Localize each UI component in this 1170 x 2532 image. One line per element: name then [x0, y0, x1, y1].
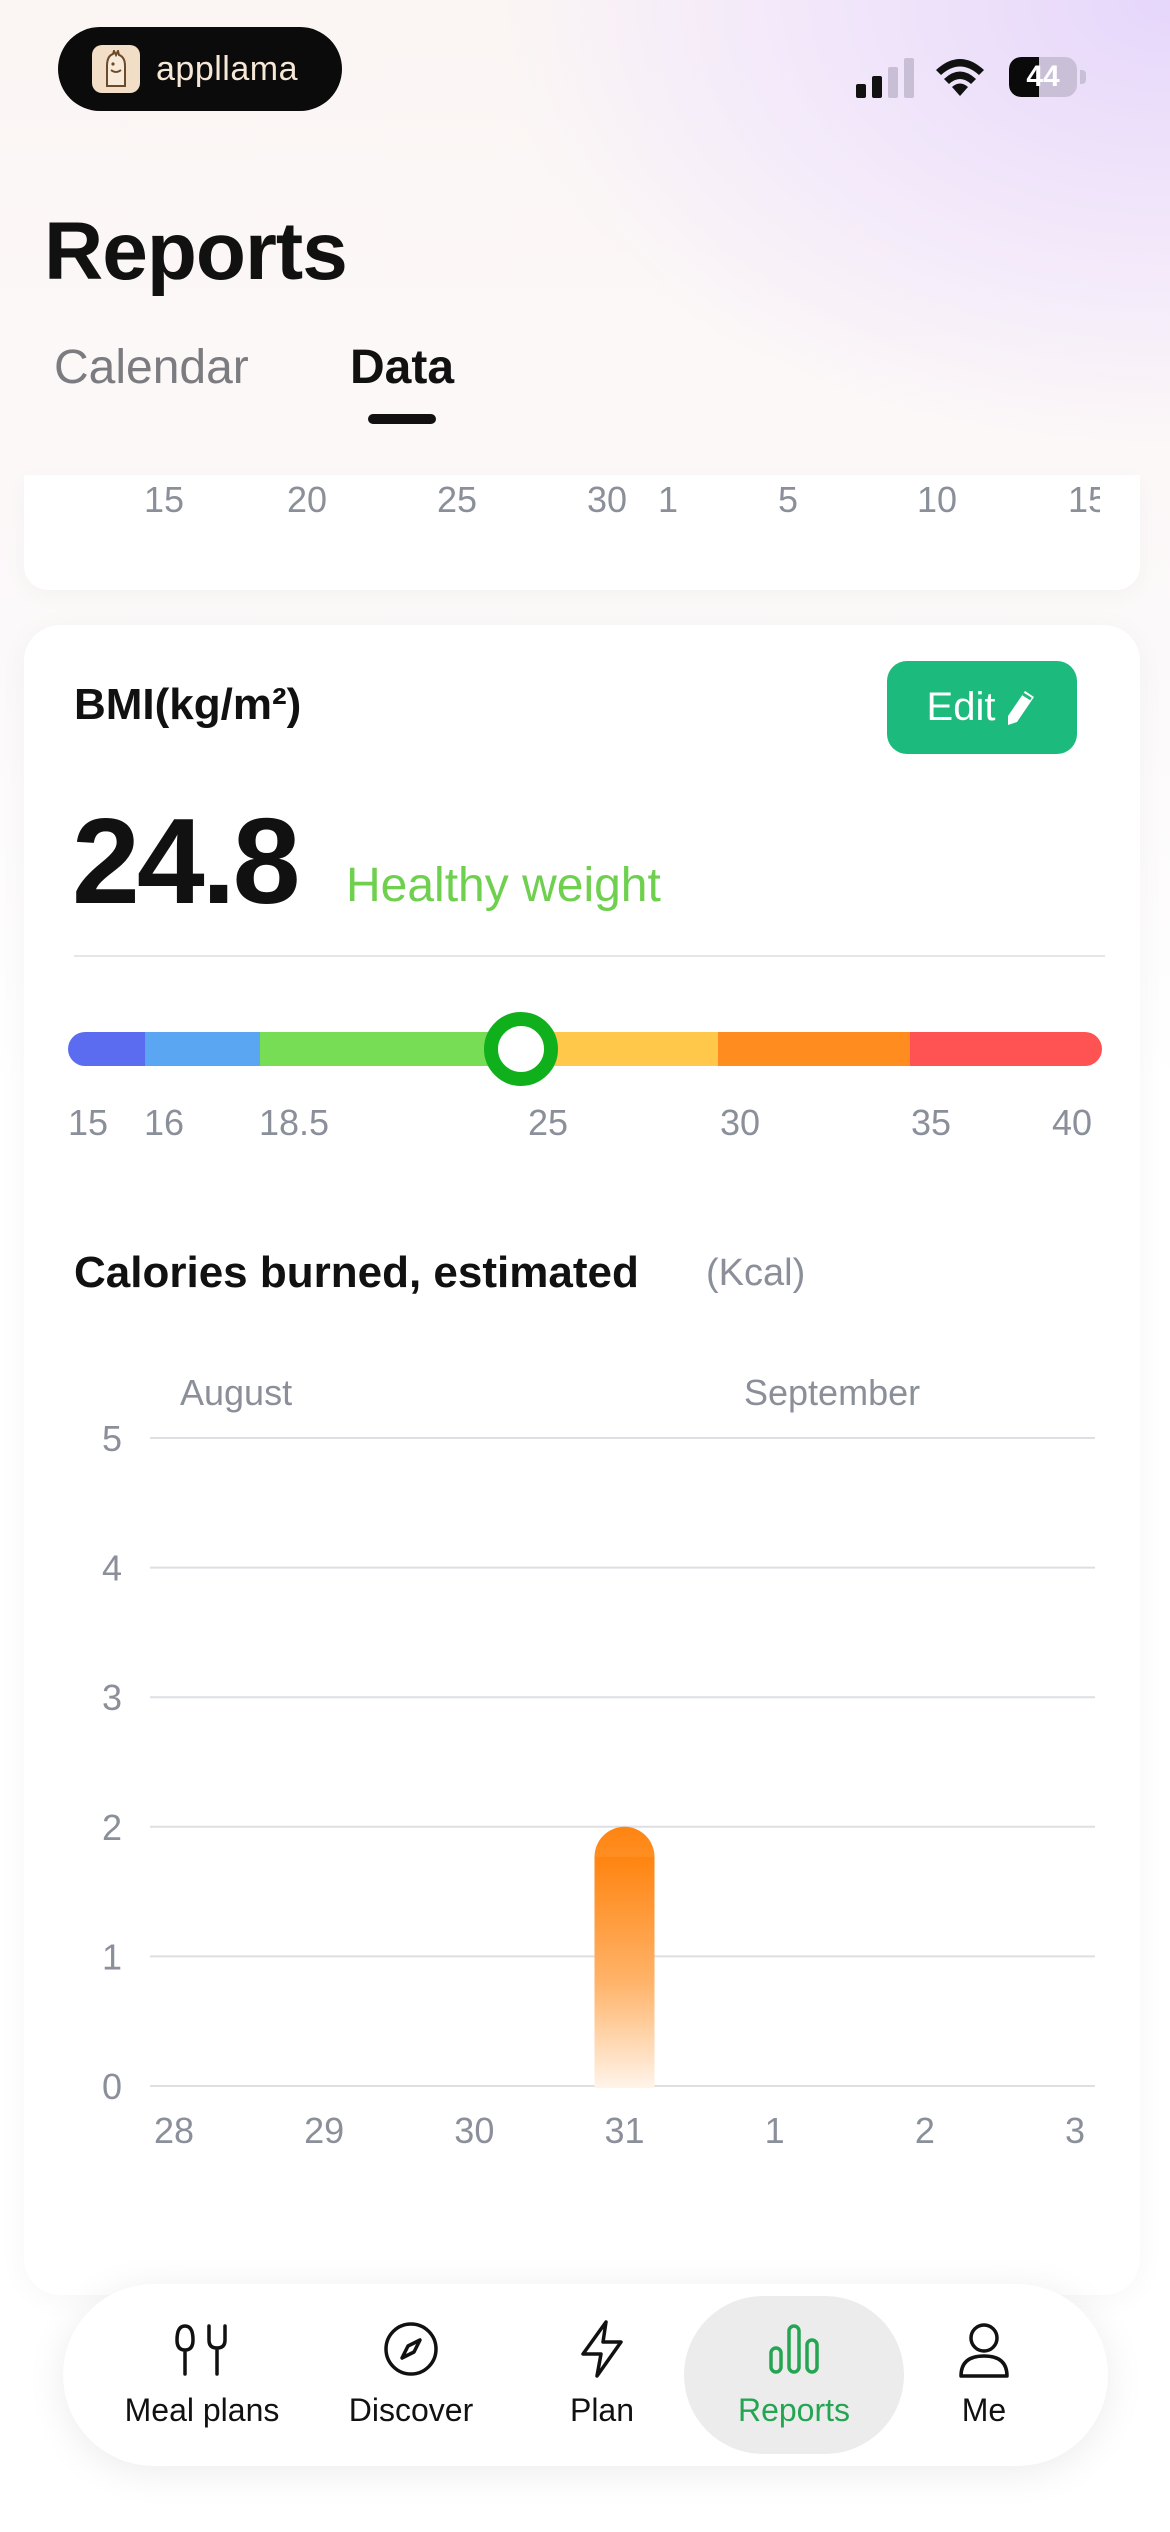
calories-title: Calories burned, estimated [74, 1248, 639, 1297]
x-tick-label: 28 [154, 2110, 194, 2151]
y-tick-label: 5 [102, 1418, 122, 1459]
bmi-scale-label: 40 [1051, 1102, 1093, 1143]
nav-label: Plan [569, 2392, 635, 2428]
month-label: September [744, 1372, 920, 1413]
battery-level: 44 [1026, 60, 1060, 93]
bmi-status: Healthy weight [346, 859, 661, 912]
calorie-bar-body [594, 1856, 655, 2088]
bmi-scale-label: 35 [910, 1102, 952, 1143]
y-tick-label: 1 [102, 1936, 122, 1977]
weight-chart-x-axis: 15 20 25 30 1 5 10 15 [24, 475, 1100, 535]
bmi-value: 24.8 [72, 793, 300, 929]
divider [74, 955, 1105, 957]
x-tick-label: 31 [604, 2110, 644, 2151]
nav-item-plan[interactable]: Plan [492, 2318, 712, 2429]
x-tick-label: 25 [437, 479, 478, 520]
bmi-scale-segment [260, 1032, 520, 1066]
bmi-scale-segment [145, 1032, 260, 1066]
x-tick-label: 10 [917, 479, 958, 520]
x-tick-label: 2 [915, 2110, 935, 2151]
tab-calendar[interactable]: Calendar [54, 340, 249, 395]
llama-logo-icon [92, 45, 140, 93]
wifi-icon [936, 59, 984, 96]
bmi-scale-label: 18.5 [258, 1102, 330, 1143]
edit-button-label: Edit [926, 685, 996, 729]
bar-chart-icon [769, 2324, 819, 2374]
cellular-signal-icon [856, 58, 914, 98]
nav-label: Meal plans [124, 2392, 280, 2428]
battery-nub [1080, 70, 1086, 84]
bmi-scale-segment [910, 1032, 1102, 1066]
nav-label: Discover [348, 2392, 474, 2428]
user-icon [959, 2323, 1009, 2378]
x-tick-label: 5 [778, 479, 799, 520]
lightning-icon [581, 2320, 623, 2378]
nav-item-me[interactable]: Me [874, 2318, 1094, 2429]
nav-label: Me [961, 2392, 1007, 2428]
x-tick-label: 1 [765, 2110, 785, 2151]
calories-unit: (Kcal) [706, 1252, 806, 1294]
nav-item-meal-plans[interactable]: Meal plans [92, 2318, 312, 2429]
edit-bmi-button[interactable]: Edit [887, 661, 1077, 754]
x-tick-label: 1 [658, 479, 679, 520]
app-name: appllama [156, 49, 298, 88]
utensils-icon [175, 2324, 227, 2376]
pencil-icon [1008, 690, 1035, 725]
bmi-marker [484, 1012, 558, 1086]
y-tick-label: 2 [102, 1807, 122, 1848]
x-tick-label: 20 [287, 479, 328, 520]
battery-icon: 44 [1009, 57, 1077, 97]
x-tick-label: 3 [1065, 2110, 1085, 2151]
y-tick-label: 0 [102, 2066, 122, 2107]
nav-label: Reports [737, 2392, 851, 2428]
bmi-scale-label: 25 [527, 1102, 569, 1143]
calories-chart: 0 1 2 3 4 5 August September 28 29 30 31 1 2 3 [102, 1372, 1095, 2151]
x-tick-label: 30 [454, 2110, 494, 2151]
x-tick-label: 30 [587, 479, 628, 520]
y-tick-label: 4 [102, 1548, 122, 1589]
x-tick-label: 15 [1068, 479, 1100, 520]
x-tick-label: 15 [144, 479, 185, 520]
bmi-scale-label: 30 [719, 1102, 761, 1143]
bmi-scale-label: 15 [67, 1102, 109, 1143]
page-title: Reports [44, 206, 348, 297]
active-tab-indicator [368, 414, 436, 424]
month-label: August [180, 1372, 292, 1413]
app-badge[interactable]: appllama [58, 27, 342, 111]
bmi-scale-bar [68, 1032, 1102, 1066]
bmi-scale-segment [718, 1032, 910, 1066]
tab-data[interactable]: Data [350, 340, 454, 395]
x-tick-label: 29 [304, 2110, 344, 2151]
nav-item-reports[interactable]: Reports [684, 2318, 904, 2429]
bmi-title: BMI(kg/m²) [74, 680, 302, 729]
y-tick-label: 3 [102, 1677, 122, 1718]
compass-icon [384, 2322, 438, 2376]
bmi-scale-segment [68, 1032, 145, 1066]
bmi-scale-label: 16 [143, 1102, 185, 1143]
nav-item-discover[interactable]: Discover [301, 2318, 521, 2429]
